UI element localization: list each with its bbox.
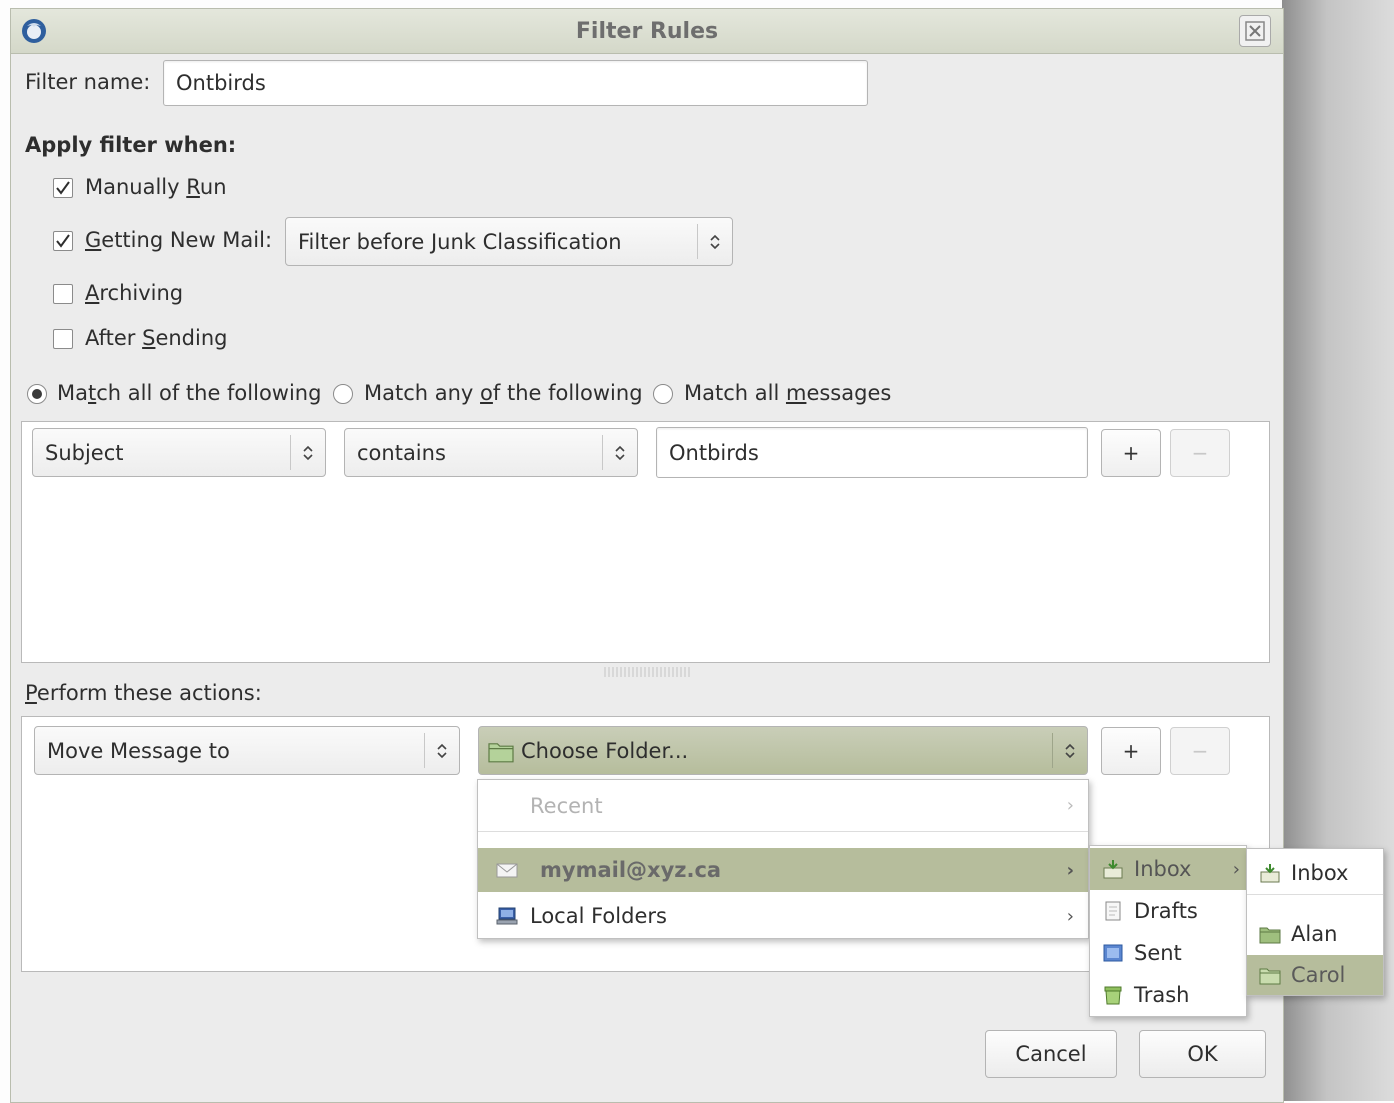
manually-run-label: Manually Run (85, 175, 227, 199)
choose-folder-select[interactable]: Choose Folder... (478, 726, 1088, 775)
getting-new-mail-label: Getting New Mail: (85, 228, 273, 252)
local-folders-label: Local Folders (530, 904, 667, 928)
updown-arrow-icon (697, 224, 732, 259)
title-bar: Filter Rules (11, 9, 1283, 54)
condition-value-input[interactable]: Ontbirds (656, 427, 1088, 478)
sent-icon (1103, 944, 1123, 962)
condition-operator-select[interactable]: contains (344, 428, 638, 477)
remove-condition-button[interactable]: − (1170, 429, 1230, 477)
submenu-item-trash[interactable]: Trash (1090, 974, 1246, 1016)
submenu-item-sent[interactable]: Sent (1090, 932, 1246, 974)
match-all-messages-radio[interactable] (653, 384, 673, 404)
submenu-item-inbox[interactable]: Inbox › (1090, 848, 1246, 890)
menu-item-local-folders[interactable]: Local Folders › (478, 894, 1088, 938)
subfolder-inbox-label: Inbox (1291, 860, 1349, 885)
subfolder-item-carol[interactable]: Carol (1247, 955, 1383, 995)
recent-label: Recent (530, 793, 603, 818)
add-condition-button[interactable]: + (1101, 429, 1161, 477)
match-any-radio[interactable] (333, 384, 353, 404)
match-all-radio[interactable] (27, 384, 47, 404)
condition-value-text: Ontbirds (669, 440, 759, 465)
folder-icon (488, 742, 514, 762)
folder-icon (1259, 927, 1281, 944)
choose-folder-value: Choose Folder... (521, 738, 689, 763)
chevron-right-icon: › (1066, 795, 1074, 816)
menu-item-recent[interactable]: Recent › (478, 780, 1088, 832)
junk-classification-select[interactable]: Filter before Junk Classification (285, 217, 733, 266)
junk-classification-value: Filter before Junk Classification (298, 229, 622, 254)
checkmark-icon (56, 234, 70, 248)
updown-arrow-icon (602, 435, 637, 470)
chevron-right-icon: › (1066, 859, 1074, 881)
inbox-submenu: Inbox Alan Carol (1246, 848, 1384, 996)
apply-filter-heading: Apply filter when: (25, 133, 237, 157)
archiving-label: Archiving (85, 281, 184, 305)
window-title: Filter Rules (575, 19, 719, 44)
updown-arrow-icon (424, 733, 459, 768)
folder-icon (1259, 968, 1281, 985)
remove-action-button[interactable]: − (1170, 727, 1230, 775)
drafts-icon (1105, 901, 1121, 921)
cancel-button[interactable]: Cancel (985, 1030, 1117, 1078)
chevron-right-icon: › (1066, 905, 1074, 927)
filter-name-input[interactable]: Ontbirds (163, 60, 868, 106)
folder-menu: Recent › mymail@xyz.ca › Local Folders › (477, 779, 1089, 939)
updown-arrow-icon (1052, 733, 1087, 768)
submenu-item-drafts[interactable]: Drafts (1090, 890, 1246, 932)
action-type-value: Move Message to (47, 738, 230, 763)
mail-account-icon (496, 863, 518, 878)
splitter-grip[interactable] (604, 667, 690, 677)
after-sending-checkbox[interactable] (53, 329, 73, 349)
perform-actions-heading: Perform these actions: (25, 681, 262, 705)
match-all-label: Match all of the following (57, 381, 322, 405)
inbox-icon (1103, 860, 1123, 879)
match-any-label: Match any of the following (364, 381, 643, 405)
condition-field-select[interactable]: Subject (32, 428, 326, 477)
inbox-label: Inbox (1134, 857, 1192, 881)
manually-run-checkbox[interactable] (53, 178, 73, 198)
account-label: mymail@xyz.ca (540, 858, 722, 882)
close-icon (1245, 21, 1265, 41)
archiving-checkbox[interactable] (53, 284, 73, 304)
ok-button[interactable]: OK (1139, 1030, 1266, 1078)
local-folders-icon (496, 907, 518, 925)
add-action-button[interactable]: + (1101, 727, 1161, 775)
match-all-messages-label: Match all messages (684, 381, 892, 405)
subfolder-item-alan[interactable]: Alan (1247, 913, 1383, 955)
carol-label: Carol (1291, 963, 1346, 987)
account-submenu: Inbox › Drafts Sent Trash (1089, 845, 1247, 1017)
getting-new-mail-checkbox[interactable] (53, 231, 73, 251)
chevron-right-icon: › (1232, 858, 1240, 880)
trash-icon (1104, 986, 1122, 1005)
drafts-label: Drafts (1134, 899, 1198, 923)
sent-label: Sent (1134, 941, 1182, 965)
filter-name-label: Filter name: (25, 70, 151, 94)
close-button[interactable] (1239, 15, 1271, 47)
inbox-icon (1260, 863, 1280, 882)
filter-name-value: Ontbirds (176, 71, 266, 95)
condition-operator-value: contains (357, 440, 446, 465)
after-sending-label: After Sending (85, 326, 228, 350)
condition-field-value: Subject (45, 440, 124, 465)
action-type-select[interactable]: Move Message to (34, 726, 460, 775)
menu-item-account[interactable]: mymail@xyz.ca › (478, 848, 1088, 892)
updown-arrow-icon (290, 435, 325, 470)
subfolder-item-inbox[interactable]: Inbox (1247, 851, 1383, 895)
trash-label: Trash (1134, 983, 1190, 1007)
checkmark-icon (56, 181, 70, 195)
alan-label: Alan (1291, 922, 1338, 946)
